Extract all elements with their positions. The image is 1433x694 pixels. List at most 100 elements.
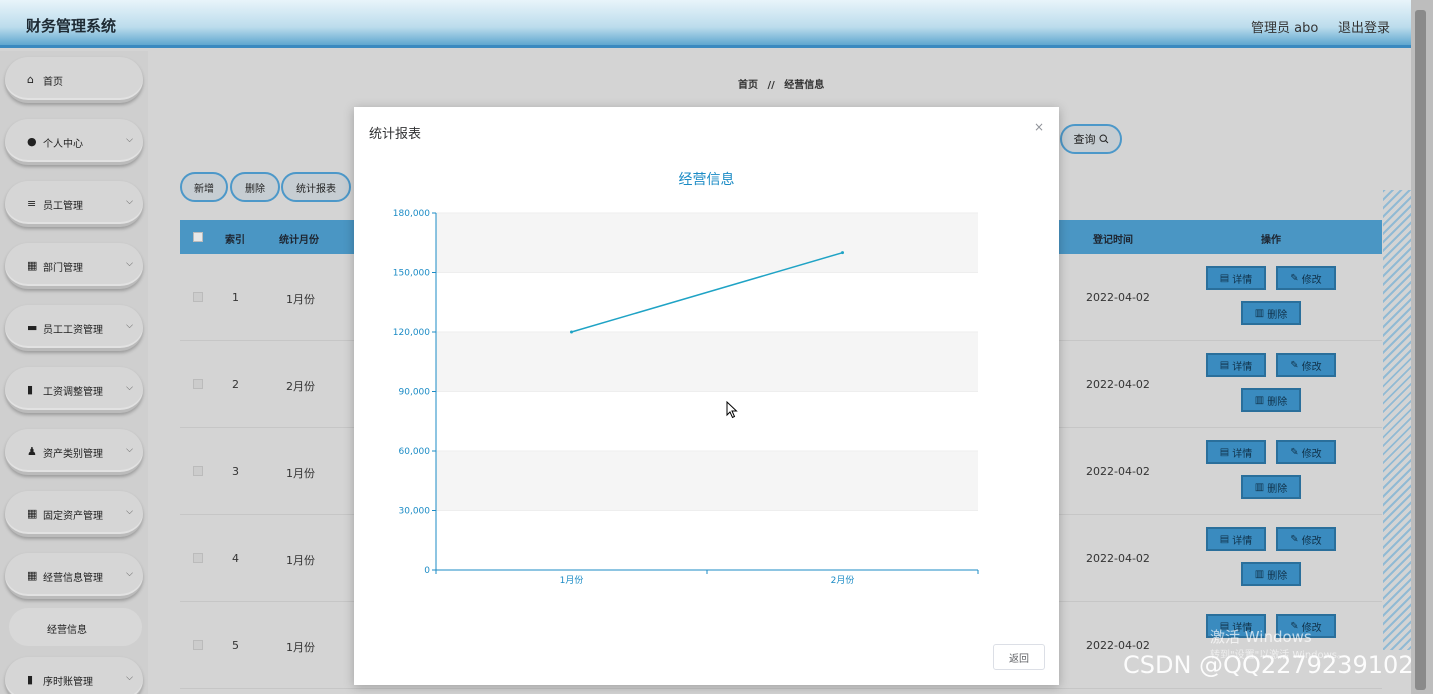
row-month: 1月份: [286, 554, 315, 567]
row-month: 1月份: [286, 467, 315, 480]
app-title: 财务管理系统: [26, 17, 117, 35]
row-month: 1月份: [286, 293, 315, 306]
sidebar-item-salary[interactable]: ▬ 员工工资管理 ⌵: [5, 305, 143, 351]
report-button[interactable]: 统计报表: [281, 172, 351, 202]
trash-icon: ▥: [1254, 481, 1265, 493]
close-icon[interactable]: ×: [1034, 120, 1044, 134]
sidebar-item-personal-center[interactable]: ● 个人中心 ⌵: [5, 119, 143, 165]
chevron-down-icon: ⌵: [126, 321, 133, 331]
sidebar-item-asset-categories[interactable]: ♟ 资产类别管理 ⌵: [5, 429, 143, 475]
delete-button[interactable]: 删除: [230, 172, 280, 202]
edit-button[interactable]: ✎ 修改: [1276, 353, 1336, 377]
detail-button[interactable]: ▤ 详情: [1206, 440, 1266, 464]
edit-button[interactable]: ✎ 修改: [1276, 527, 1336, 551]
row-date: 2022-04-02: [1086, 291, 1150, 304]
mouse-cursor-icon: [726, 401, 738, 419]
sidebar-item-employees[interactable]: ≡ 员工管理 ⌵: [5, 181, 143, 227]
edit-button[interactable]: ✎ 修改: [1276, 440, 1336, 464]
row-index: 1: [232, 291, 239, 304]
sidebar-item-label: 固定资产管理: [43, 511, 103, 522]
row-month: 2月份: [286, 380, 315, 393]
header-operations: 操作: [1261, 235, 1281, 246]
row-delete-button[interactable]: ▥ 删除: [1241, 475, 1301, 499]
chevron-down-icon: ⌵: [126, 383, 133, 393]
current-user: 管理员 abo: [1251, 21, 1319, 36]
sidebar-item-departments[interactable]: ▦ 部门管理 ⌵: [5, 243, 143, 289]
detail-button[interactable]: ▤ 详情: [1206, 266, 1266, 290]
row-index: 2: [232, 378, 239, 391]
doc-icon: ▮: [27, 673, 34, 686]
row-checkbox[interactable]: [193, 640, 203, 650]
breadcrumb-home[interactable]: 首页: [738, 80, 758, 91]
sidebar-item-salary-adjust[interactable]: ▮ 工资调整管理 ⌵: [5, 367, 143, 413]
y-tick-label: 90,000: [399, 388, 431, 398]
sidebar-item-business-info[interactable]: ▦ 经营信息管理 ⌵: [5, 553, 143, 599]
trash-icon: ▥: [1254, 307, 1265, 319]
pencil-icon: ✎: [1290, 272, 1299, 284]
row-delete-button[interactable]: ▥ 删除: [1241, 388, 1301, 412]
chart-icon: ▮: [27, 383, 34, 396]
x-tick-label: 2月份: [831, 574, 855, 586]
row-index: 3: [232, 465, 239, 478]
grid-icon: ▦: [27, 507, 38, 520]
sidebar-item-label: 员工工资管理: [43, 325, 103, 336]
return-button[interactable]: 返回: [993, 644, 1045, 670]
search-label: 查询: [1073, 133, 1096, 146]
logout-link[interactable]: 退出登录: [1338, 17, 1390, 36]
detail-button[interactable]: ▤ 详情: [1206, 527, 1266, 551]
breadcrumb-current: 经营信息: [784, 80, 825, 91]
row-date: 2022-04-02: [1086, 552, 1150, 565]
doc-icon: ▤: [1219, 446, 1230, 458]
y-tick-label: 0: [424, 566, 430, 576]
row-checkbox[interactable]: [193, 553, 203, 563]
row-date: 2022-04-02: [1086, 465, 1150, 478]
doc-icon: ▤: [1219, 272, 1230, 284]
pencil-icon: ✎: [1290, 533, 1299, 545]
chevron-down-icon: ⌵: [126, 259, 133, 269]
detail-button[interactable]: ▤ 详情: [1206, 353, 1266, 377]
sidebar-item-fixed-assets[interactable]: ▦ 固定资产管理 ⌵: [5, 491, 143, 537]
row-delete-button[interactable]: ▥ 删除: [1241, 562, 1301, 586]
row-index: 4: [232, 552, 239, 565]
row-checkbox[interactable]: [193, 292, 203, 302]
person-icon: ♟: [27, 445, 37, 458]
sidebar-item-home[interactable]: ⌂ 首页: [5, 57, 143, 103]
sidebar-item-label: 工资调整管理: [43, 387, 103, 398]
chart-title: 经营信息: [678, 172, 735, 188]
breadcrumb-separator: //: [767, 80, 775, 91]
data-point: [841, 251, 844, 255]
report-dialog: 统计报表 × 经营信息 0 30,000 60,000 90,000 120,000 15…: [354, 107, 1059, 685]
add-button[interactable]: 新增: [180, 172, 228, 202]
user-icon: ●: [27, 135, 37, 148]
row-delete-button[interactable]: ▥ 删除: [1241, 301, 1301, 325]
chevron-down-icon: ⌵: [126, 135, 133, 145]
y-tick-label: 180,000: [393, 209, 430, 219]
csdn-watermark: CSDN @QQ2279239102: [1123, 651, 1414, 679]
sidebar-subitem-label: 经营信息: [47, 625, 87, 636]
data-point: [570, 330, 573, 334]
scrollbar-thumb[interactable]: [1415, 10, 1426, 690]
row-checkbox[interactable]: [193, 379, 203, 389]
vertical-scrollbar[interactable]: [1411, 0, 1433, 694]
grid-band: [436, 451, 978, 511]
grid-icon: ▦: [27, 259, 38, 272]
sidebar-item-journal[interactable]: ▮ 序时账管理 ⌵: [5, 657, 143, 694]
sidebar-item-label: 个人中心: [43, 139, 83, 150]
pencil-icon: ✎: [1290, 446, 1299, 458]
row-month: 1月份: [286, 641, 315, 654]
sidebar-item-label: 资产类别管理: [43, 449, 103, 460]
breadcrumb: 首页 // 经营信息: [738, 76, 824, 91]
search-icon: [1098, 134, 1108, 144]
select-all-checkbox[interactable]: [193, 232, 203, 242]
header-date: 登记时间: [1093, 235, 1133, 246]
sidebar-subitem-business-info[interactable]: 经营信息: [9, 608, 142, 646]
row-checkbox[interactable]: [193, 466, 203, 476]
list-icon: ≡: [27, 197, 37, 210]
dialog-title: 统计报表: [369, 127, 422, 142]
chevron-down-icon: ⌵: [126, 507, 133, 517]
pencil-icon: ✎: [1290, 359, 1299, 371]
sidebar-item-label: 经营信息管理: [43, 573, 103, 584]
edit-button[interactable]: ✎ 修改: [1276, 266, 1336, 290]
trash-icon: ▥: [1254, 568, 1265, 580]
search-button[interactable]: 查询: [1060, 124, 1122, 154]
